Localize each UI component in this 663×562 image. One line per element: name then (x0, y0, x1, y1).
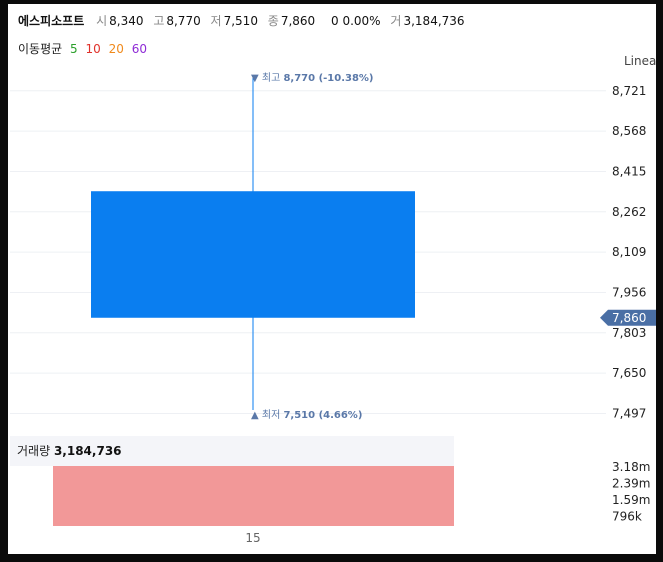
price-tick-label: 7,497 (612, 406, 646, 420)
volume-tick-label: 2.39m (612, 477, 650, 491)
ma-period-20[interactable]: 20 (109, 42, 124, 56)
price-tick-label: 8,721 (612, 84, 646, 98)
volume-summary-value: 3,184,736 (403, 14, 465, 28)
price-tick-label: 7,803 (612, 326, 646, 340)
ma-period-10[interactable]: 10 (85, 42, 100, 56)
current-price-label: 7,860 (612, 311, 646, 325)
chart-frame: 8,721 8,568 8,415 8,262 8,109 7,956 7,803 7,650… (8, 4, 656, 554)
volume-tick-label: 796k (612, 510, 642, 524)
low-value: 7,510 (223, 14, 258, 28)
moving-average-legend[interactable]: 이동평균 5 10 20 60 (18, 40, 151, 57)
volume-panel-title: 거래량 (17, 444, 51, 458)
price-tick-label: 8,109 (612, 245, 646, 259)
ma-period-60[interactable]: 60 (132, 42, 147, 56)
price-tick-label: 7,650 (612, 366, 646, 380)
stock-name: 에스피소프트 (18, 14, 85, 28)
volume-tick-label: 1.59m (612, 493, 650, 507)
ma-period-5[interactable]: 5 (70, 42, 78, 56)
low-annotation: ▲ 최저 7,510 (4.66%) (251, 409, 362, 421)
price-tick-label: 7,956 (612, 285, 646, 299)
volume-bar (53, 466, 454, 526)
price-summary: 에스피소프트 시 8,340 고 8,770 저 7,510 종 7,860 0 0.0… (18, 12, 471, 29)
volume-panel-value: 3,184,736 (53, 444, 122, 458)
high-annotation: ▼ 최고 8,770 (-10.38%) (251, 72, 374, 84)
open-value: 8,340 (109, 14, 144, 28)
high-value: 8,770 (166, 14, 201, 28)
close-label: 종 (267, 14, 279, 28)
candle-body (91, 191, 415, 318)
scale-mode-toggle[interactable]: Linea (624, 54, 656, 68)
volume-panel-label: 거래량 3,184,736 (17, 442, 122, 459)
price-tick-label: 8,568 (612, 124, 646, 138)
high-label: 고 (153, 14, 165, 28)
price-tick-label: 8,415 (612, 164, 646, 178)
low-label: 저 (210, 14, 222, 28)
volume-tick-label: 3.18m (612, 460, 650, 474)
volume-summary-label: 거 (390, 14, 402, 28)
price-tick-label: 8,262 (612, 205, 646, 219)
open-label: 시 (96, 14, 108, 28)
chart-canvas[interactable]: 8,721 8,568 8,415 8,262 8,109 7,956 7,803 7,650… (8, 4, 656, 554)
change-value: 0 0.00% (331, 14, 381, 28)
close-value: 7,860 (280, 14, 316, 28)
moving-average-label: 이동평균 (18, 42, 63, 56)
x-tick-label: 15 (245, 531, 260, 545)
